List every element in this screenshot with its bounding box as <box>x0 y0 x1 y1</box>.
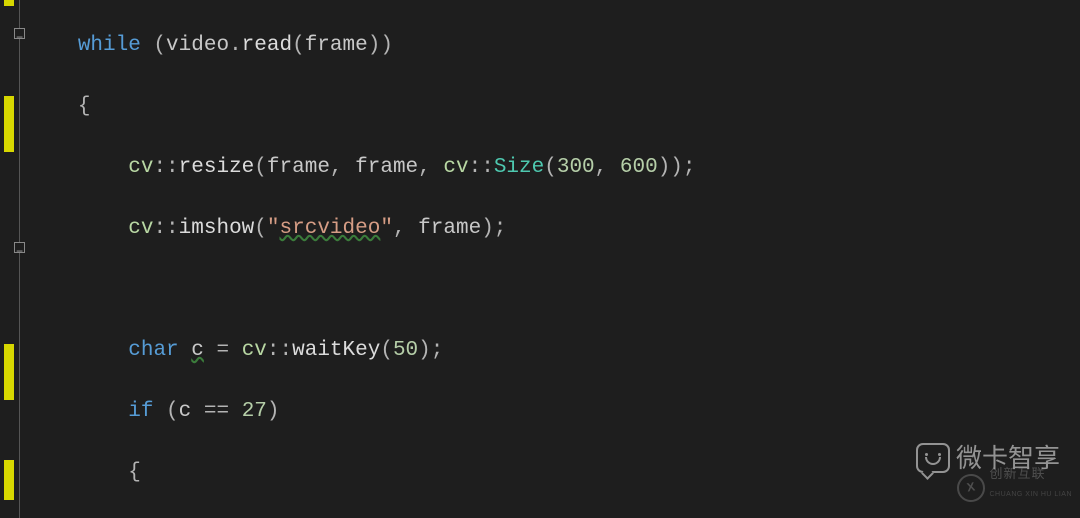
watermark-corner-sub: CHUANG XIN HU LIAN <box>989 480 1072 511</box>
keyword-while: while <box>78 34 141 57</box>
code-line[interactable]: while (video.read(frame)) <box>40 31 1080 62</box>
change-marker <box>4 344 14 400</box>
fold-collapse-icon[interactable] <box>14 28 25 39</box>
change-marker <box>4 460 14 500</box>
code-line[interactable]: char c = cv::waitKey(50); <box>40 336 1080 367</box>
change-marker <box>4 0 14 6</box>
gutter <box>0 0 34 518</box>
code-area[interactable]: while (video.read(frame)) { cv::resize(f… <box>34 0 1080 518</box>
watermark-corner: X 创新互联 CHUANG XIN HU LIAN <box>957 467 1072 511</box>
code-line[interactable]: cv::resize(frame, frame, cv::Size(300, 6… <box>40 153 1080 184</box>
code-line[interactable] <box>40 275 1080 306</box>
code-line[interactable]: { <box>40 92 1080 123</box>
wechat-icon <box>916 443 950 473</box>
squiggly-warning: srcvideo <box>280 217 381 240</box>
code-line[interactable]: if (c == 27) <box>40 397 1080 428</box>
fold-collapse-icon[interactable] <box>14 242 25 253</box>
squiggly-warning: c <box>191 339 204 362</box>
code-editor-viewport: while (video.read(frame)) { cv::resize(f… <box>0 0 1080 518</box>
change-marker <box>4 96 14 152</box>
stamp-icon: X <box>955 472 987 504</box>
code-line[interactable]: cv::imshow("srcvideo", frame); <box>40 214 1080 245</box>
watermark-corner-text: 创新互联 <box>989 467 1072 480</box>
